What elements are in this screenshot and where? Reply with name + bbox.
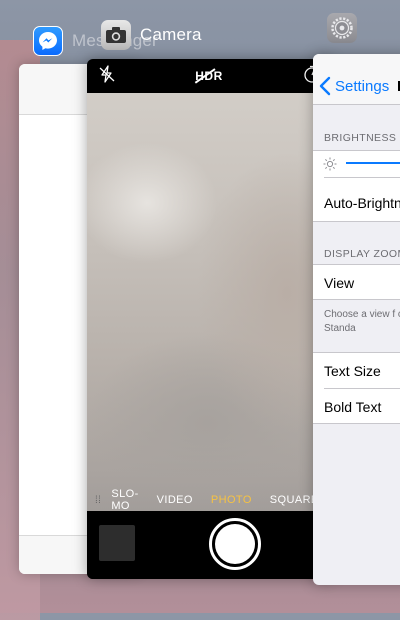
view-footer-text: Choose a view f controls. Standa — [324, 309, 400, 334]
settings-nav-bar: Settings D — [313, 54, 400, 105]
brightness-group: Auto-Brightn — [313, 150, 400, 222]
camera-mode-selector[interactable]: ⁞⁞ SLO-MO VIDEO PHOTO SQUARE — [87, 488, 333, 512]
view-row[interactable]: View — [313, 264, 400, 300]
chevron-left-icon — [319, 76, 331, 96]
shutter-button[interactable] — [209, 518, 261, 570]
sun-icon — [323, 157, 337, 176]
text-size-label[interactable]: Text Size — [324, 363, 381, 379]
mode-video[interactable]: VIDEO — [157, 494, 193, 506]
settings-app-label[interactable] — [327, 13, 357, 43]
mode-square[interactable]: SQUARE — [270, 494, 319, 506]
text-options-group: Text Size Bold Text — [313, 352, 400, 424]
camera-icon — [101, 20, 131, 50]
settings-back-button[interactable]: Settings — [319, 76, 389, 96]
camera-app-card[interactable]: HDR ⁞⁞ SLO-MO VIDEO PHOTO SQUARE — [87, 59, 333, 579]
back-label: Settings — [335, 77, 390, 95]
auto-brightness-label[interactable]: Auto-Brightn — [324, 195, 400, 211]
settings-gear-icon — [327, 13, 357, 43]
camera-app-label[interactable]: Camera — [101, 20, 202, 50]
hdr-toggle[interactable]: HDR — [194, 68, 223, 84]
view-label: View — [324, 275, 355, 291]
brightness-slider[interactable] — [346, 162, 400, 164]
camera-viewfinder[interactable] — [87, 93, 333, 542]
camera-bottom-bar — [87, 511, 333, 579]
display-zoom-section-header: DISPLAY ZOOM — [324, 248, 400, 260]
mode-photo[interactable]: PHOTO — [211, 494, 252, 506]
messenger-icon — [33, 26, 63, 56]
settings-app-card[interactable]: Settings D BRIGHTNESS Auto-Brightn DISPL… — [313, 54, 400, 585]
bold-text-label[interactable]: Bold Text — [324, 399, 381, 415]
last-photo-thumbnail[interactable] — [99, 525, 135, 561]
camera-top-bar: HDR — [87, 59, 333, 93]
brightness-section-header: BRIGHTNESS — [324, 132, 397, 144]
camera-app-title: Camera — [140, 25, 202, 44]
flash-off-icon[interactable] — [99, 64, 115, 88]
mode-slo-mo[interactable]: SLO-MO — [111, 488, 138, 512]
mode-overflow-icon: ⁞⁞ — [95, 494, 102, 506]
